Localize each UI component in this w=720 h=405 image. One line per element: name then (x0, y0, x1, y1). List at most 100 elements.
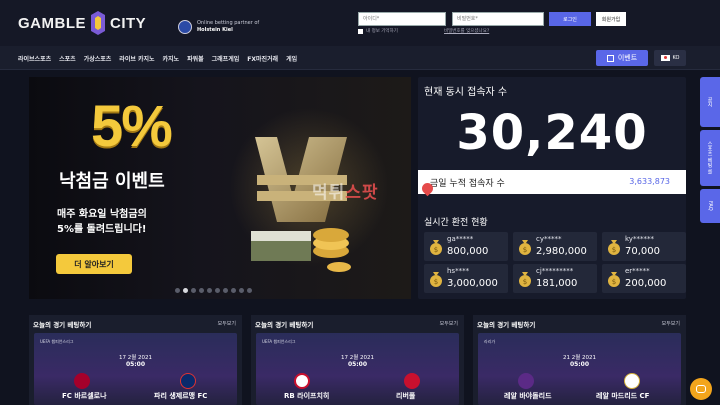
exchange-amount: 181,000 (536, 278, 578, 289)
watermark: 먹튀스팟 (312, 178, 379, 203)
side-tab-faq[interactable]: FAQ (700, 189, 720, 223)
nav-item-live-casino[interactable]: 라이브 카지노 (119, 54, 154, 63)
home-team-crest-icon (294, 373, 310, 389)
side-tab-betting-rules[interactable]: 스포츠 베팅 룰 (700, 130, 720, 186)
chat-button[interactable] (690, 378, 712, 400)
join-button[interactable]: 회원가입 (596, 12, 626, 26)
carousel-dot[interactable] (223, 288, 228, 293)
nav-item-graph-game[interactable]: 그래프게임 (212, 54, 240, 63)
korea-flag-icon (660, 55, 670, 61)
gift-icon (606, 54, 614, 62)
carousel-dot[interactable] (215, 288, 220, 293)
carousel-dot-active[interactable] (183, 288, 188, 293)
side-tab-rules-label: 스포츠 베팅 룰 (706, 141, 713, 175)
nav-item-casino[interactable]: 카지노 (163, 54, 180, 63)
match-time: 05:00 (125, 361, 146, 368)
exchange-amount: 2,980,000 (536, 246, 587, 257)
side-tab-notice[interactable]: 공지 (700, 77, 720, 127)
svg-text:$: $ (523, 278, 527, 286)
learn-more-button[interactable]: 더 알아보기 (56, 254, 132, 274)
money-bag-icon: $ (608, 272, 620, 287)
nav-item-sports[interactable]: 스포츠 (59, 54, 76, 63)
away-team: 리버풀 (396, 392, 416, 400)
exchange-user: cy***** (536, 235, 562, 243)
view-all-link[interactable]: 모두보기 (662, 320, 680, 327)
exchange-card: $ er***** 200,000 (602, 264, 686, 293)
event-label: 이벤트 (617, 54, 638, 62)
logo-text-right: CITY (110, 14, 147, 32)
login-button[interactable]: 로그인 (549, 12, 591, 26)
exchange-user: ga***** (447, 235, 474, 243)
exchange-amount: 3,000,000 (447, 278, 498, 289)
logo-emblem-icon (89, 11, 107, 35)
match-card[interactable]: UEFA 챔피언스리그 17 2월 2021 05:00 FC 바르셀로나 파리… (34, 333, 237, 405)
concurrent-users-count: 30,240 (456, 105, 648, 161)
remember-checkbox[interactable] (358, 28, 363, 34)
exchange-amount: 200,000 (625, 278, 667, 289)
cumulative-users-value: 3,633,873 (629, 177, 670, 186)
view-all-link[interactable]: 모두보기 (440, 320, 458, 327)
live-stats-panel: 현재 동시 접속자 수 30,240 금일 누적 접속자 수 3,633,873… (418, 77, 686, 299)
banner-subtitle-line2: 5%를 돌려드립니다! (57, 224, 147, 235)
nav-item-fx-margin[interactable]: FX마진거래 (247, 54, 278, 63)
away-team-crest-icon (180, 373, 196, 389)
banner-subtitle: 매주 화요일 낙첨금의 5%를 돌려드립니다! (57, 207, 217, 237)
money-bag-icon: $ (608, 240, 620, 255)
nav-item-virtual-sports[interactable]: 가상스포츠 (84, 54, 112, 63)
remember-me[interactable]: 내 정보 기억하기 (358, 28, 398, 34)
concurrent-users-title: 현재 동시 접속자 수 (424, 87, 508, 98)
away-team: 파리 생제르맹 FC (154, 392, 208, 400)
language-label: KO (672, 55, 680, 61)
nav-item-powerball[interactable]: 파워볼 (187, 54, 204, 63)
watermark-part2: 스팟 (345, 183, 379, 203)
carousel-dot[interactable] (191, 288, 196, 293)
carousel-dot[interactable] (247, 288, 252, 293)
home-team-crest-icon (74, 373, 90, 389)
match-date: 17 2월 2021 (340, 355, 375, 361)
match-time: 05:00 (347, 361, 368, 368)
home-team: RB 라이프치히 (284, 392, 330, 400)
svg-text:$: $ (612, 278, 616, 286)
match-date: 21 2월 2021 (562, 355, 597, 361)
svg-text:$: $ (434, 278, 438, 286)
carousel-dot[interactable] (175, 288, 180, 293)
bet-panel-title: 오늘의 경기 베팅하기 (33, 321, 92, 329)
event-button[interactable]: 이벤트 (596, 50, 648, 66)
remember-label: 내 정보 기억하기 (366, 29, 398, 34)
password-input[interactable] (452, 12, 544, 26)
carousel-dot[interactable] (207, 288, 212, 293)
exchange-card: $ hs**** 3,000,000 (424, 264, 508, 293)
cumulative-users-label: 금일 누적 접속자 수 (430, 179, 505, 189)
forgot-password-link[interactable]: 비밀번호를 잊으셨나요? (444, 28, 489, 34)
away-team-crest-icon (404, 373, 420, 389)
language-selector[interactable]: KO (654, 50, 686, 66)
carousel-dots (175, 288, 255, 293)
exchange-user: cj********* (536, 267, 574, 275)
exchange-user: hs**** (447, 267, 470, 275)
svg-text:$: $ (612, 246, 616, 254)
watermark-part1: 먹튀 (312, 183, 346, 203)
match-card[interactable]: 라리가 21 2월 2021 05:00 레알 바야돌리드 레알 마드리드 CF (478, 333, 681, 405)
match-card[interactable]: UEFA 챔피언스리그 17 2월 2021 05:00 RB 라이프치히 리버… (256, 333, 459, 405)
nav-item-games[interactable]: 게임 (286, 54, 297, 63)
money-bag-icon: $ (430, 272, 442, 287)
bet-panel-title: 오늘의 경기 베팅하기 (477, 321, 536, 329)
league-name: UEFA 챔피언스리그 (262, 339, 296, 344)
view-all-link[interactable]: 모두보기 (218, 320, 236, 327)
logo-text-left: GAMBLE (18, 14, 86, 32)
partner-info: Online betting partner of Holstein Kiel (178, 20, 259, 34)
away-team: 레알 마드리드 CF (596, 392, 650, 400)
site-logo[interactable]: GAMBLE CITY (18, 10, 146, 36)
home-team-crest-icon (518, 373, 534, 389)
carousel-dot[interactable] (199, 288, 204, 293)
site-header: GAMBLE CITY Online betting partner of Ho… (0, 0, 720, 46)
carousel-dot[interactable] (231, 288, 236, 293)
exchange-amount: 800,000 (447, 246, 489, 257)
side-tab-notice-label: 공지 (706, 97, 713, 107)
username-input[interactable] (358, 12, 446, 26)
banner-percent: 5% (91, 94, 173, 159)
nav-item-live-sports[interactable]: 라이브스포츠 (18, 54, 51, 63)
league-name: UEFA 챔피언스리그 (40, 339, 74, 344)
carousel-dot[interactable] (239, 288, 244, 293)
away-team-crest-icon (624, 373, 640, 389)
